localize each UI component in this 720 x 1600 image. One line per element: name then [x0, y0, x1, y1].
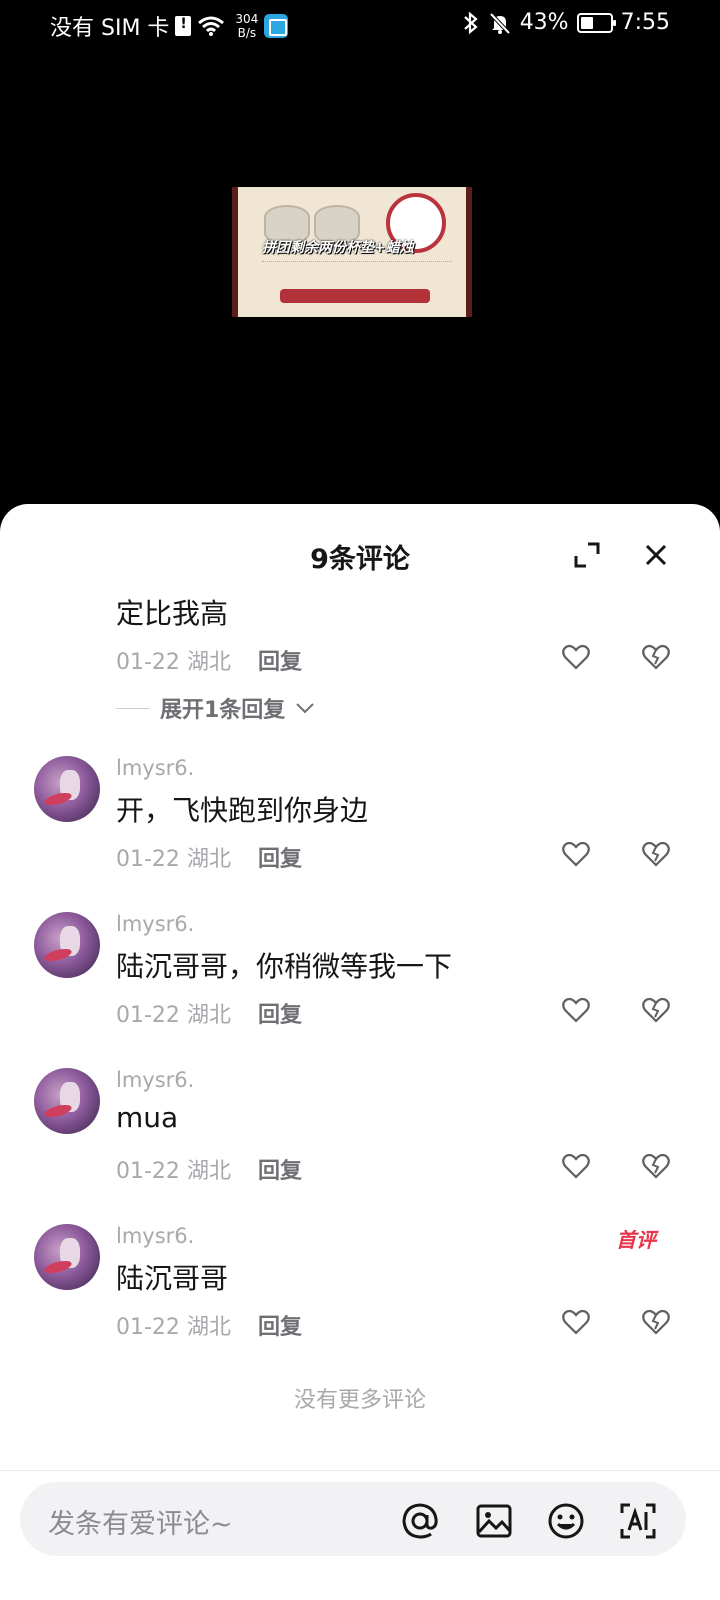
comment-username[interactable]: lmysr6. [116, 1068, 194, 1092]
dislike-broken-heart-icon[interactable] [642, 841, 670, 867]
comment-username[interactable]: lmysr6. [116, 1224, 194, 1248]
battery-percent: 43% [519, 10, 569, 35]
battery-icon [576, 12, 616, 33]
comment-meta: 01-22 湖北 [116, 841, 231, 873]
comment-date: 01-22 [116, 650, 180, 675]
fullscreen-icon[interactable] [574, 542, 600, 568]
avatar[interactable] [34, 912, 100, 978]
comment-meta: 01-22 湖北 [116, 997, 231, 1029]
bell-muted-icon [489, 12, 511, 34]
dislike-broken-heart-icon[interactable] [642, 1309, 670, 1335]
comment-location: 湖北 [186, 1315, 231, 1340]
divider [0, 1470, 720, 1471]
reply-button[interactable]: 回复 [258, 1309, 302, 1341]
comment-date: 01-22 [116, 1159, 180, 1184]
sim-status: 没有 SIM 卡 [50, 16, 170, 41]
ai-icon[interactable] [618, 1501, 658, 1541]
product-specs [262, 261, 452, 285]
close-icon[interactable] [643, 542, 669, 568]
no-more-comments: 没有更多评论 [293, 1388, 426, 1413]
comments-title: 9条评论 [310, 544, 410, 575]
like-heart-icon[interactable] [562, 1153, 590, 1179]
expand-replies-button[interactable]: 展开1条回复 [116, 692, 315, 724]
dislike-broken-heart-icon[interactable] [642, 644, 670, 670]
emoji-icon[interactable] [546, 1501, 586, 1541]
chevron-down-icon [296, 703, 315, 714]
mention-icon[interactable] [400, 1501, 440, 1541]
comment-input-bar[interactable]: 发条有爱评论~ [20, 1482, 686, 1556]
network-speed: 304 B/s [235, 12, 258, 40]
video-thumbnail[interactable]: 拼团剩余两份杯垫+蜡烛 [232, 187, 472, 317]
sim-alert-icon [175, 16, 192, 36]
status-right: 43% 7:55 [462, 10, 670, 35]
reader-app-icon [264, 14, 289, 38]
comment-date: 01-22 [116, 1003, 180, 1028]
comment-username[interactable]: lmysr6. [116, 756, 194, 780]
image-icon[interactable] [474, 1501, 514, 1541]
comments-sheet: 9条评论 定比我高 01-22 湖北 回复 展开1条回复 lmysr6. 开，飞… [0, 504, 720, 1600]
reply-button[interactable]: 回复 [258, 997, 302, 1029]
like-heart-icon[interactable] [562, 644, 590, 670]
reply-button[interactable]: 回复 [258, 1153, 302, 1185]
comment-date: 01-22 [116, 1315, 180, 1340]
avatar[interactable] [34, 1224, 100, 1290]
product-price-bar [280, 289, 430, 303]
comment-text: 定比我高 [116, 597, 229, 630]
comment-text: mua [116, 1101, 179, 1134]
wifi-icon [198, 16, 225, 36]
comment-meta: 01-22 湖北 [116, 644, 231, 676]
comment-location: 湖北 [186, 650, 231, 675]
comment-location: 湖北 [186, 847, 231, 872]
comment-meta: 01-22 湖北 [116, 1153, 231, 1185]
video-caption: 拼团剩余两份杯垫+蜡烛 [262, 240, 414, 256]
comment-location: 湖北 [186, 1003, 231, 1028]
comment-text: 开，飞快跑到你身边 [116, 794, 369, 827]
status-left: 没有 SIM 卡 304 B/s [50, 10, 289, 42]
reply-button[interactable]: 回复 [258, 841, 302, 873]
bluetooth-icon [463, 11, 478, 34]
expand-replies-label: 展开1条回复 [160, 698, 286, 723]
like-heart-icon[interactable] [562, 997, 590, 1023]
like-heart-icon[interactable] [562, 1309, 590, 1335]
network-speed-unit: B/s [237, 26, 257, 40]
avatar[interactable] [34, 1068, 100, 1134]
comment-meta: 01-22 湖北 [116, 1309, 231, 1341]
status-bar: 没有 SIM 卡 304 B/s 43% 7:55 [0, 0, 720, 50]
divider-line [116, 707, 150, 709]
first-comment-badge: 首评 [612, 1220, 656, 1253]
comment-text: 陆沉哥哥 [116, 1262, 229, 1295]
dislike-broken-heart-icon[interactable] [642, 1153, 670, 1179]
network-speed-value: 304 [235, 12, 259, 26]
comment-location: 湖北 [186, 1159, 231, 1184]
comment-text: 陆沉哥哥，你稍微等我一下 [116, 950, 453, 983]
dislike-broken-heart-icon[interactable] [642, 997, 670, 1023]
comment-input[interactable]: 发条有爱评论~ [48, 1502, 233, 1541]
like-heart-icon[interactable] [562, 841, 590, 867]
comment-username[interactable]: lmysr6. [116, 912, 194, 936]
clock: 7:55 [620, 10, 670, 35]
comment-date: 01-22 [116, 847, 180, 872]
reply-button[interactable]: 回复 [258, 644, 302, 676]
avatar[interactable] [34, 756, 100, 822]
